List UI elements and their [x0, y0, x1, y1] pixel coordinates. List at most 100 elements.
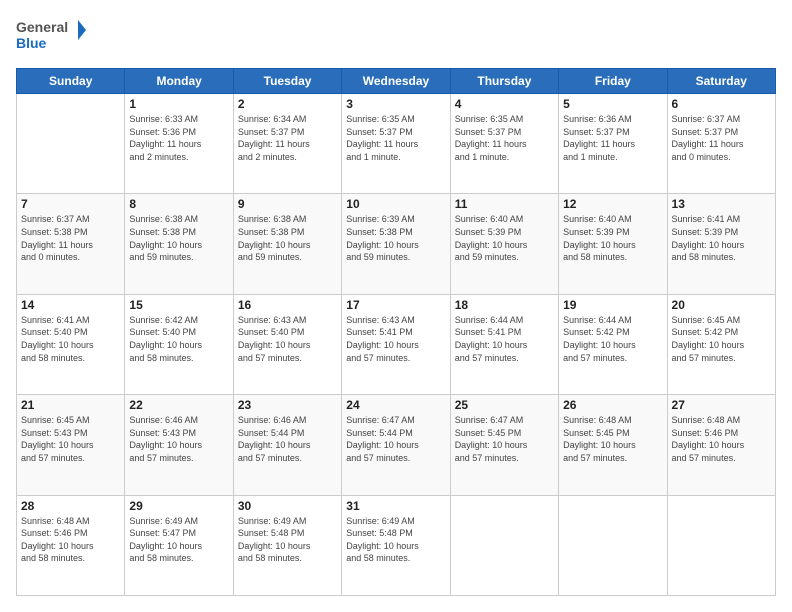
calendar-cell: 5 Sunrise: 6:36 AM Sunset: 5:37 PM Daylig… [559, 94, 667, 194]
cell-text: Sunrise: 6:43 AM Sunset: 5:41 PM Dayligh… [346, 314, 445, 364]
calendar-week-row: 21 Sunrise: 6:45 AM Sunset: 5:43 PM Dayli… [17, 395, 776, 495]
calendar-cell: 27 Sunrise: 6:48 AM Sunset: 5:46 PM Dayli… [667, 395, 775, 495]
day-number: 24 [346, 398, 445, 412]
cell-text: Sunrise: 6:49 AM Sunset: 5:48 PM Dayligh… [238, 515, 337, 565]
calendar-cell: 6 Sunrise: 6:37 AM Sunset: 5:37 PM Daylig… [667, 94, 775, 194]
calendar-cell: 26Sunrise: 6:48 AM Sunset: 5:45 PM Dayli… [559, 395, 667, 495]
calendar-cell: 19 Sunrise: 6:44 AM Sunset: 5:42 PM Dayli… [559, 294, 667, 394]
calendar-cell: 8 Sunrise: 6:38 AM Sunset: 5:38 PM Daylig… [125, 194, 233, 294]
page: General Blue SundayMondayTuesdayWednesda… [0, 0, 792, 612]
day-number: 19 [563, 298, 662, 312]
cell-text: Sunrise: 6:36 AM Sunset: 5:37 PM Dayligh… [563, 113, 662, 163]
calendar-cell: 2 Sunrise: 6:34 AM Sunset: 5:37 PM Daylig… [233, 94, 341, 194]
weekday-header-cell: Wednesday [342, 69, 450, 94]
cell-text: Sunrise: 6:46 AM Sunset: 5:44 PM Dayligh… [238, 414, 337, 464]
day-number: 14 [21, 298, 120, 312]
cell-text: Sunrise: 6:40 AM Sunset: 5:39 PM Dayligh… [563, 213, 662, 263]
day-number: 31 [346, 499, 445, 513]
cell-text: Sunrise: 6:45 AM Sunset: 5:42 PM Dayligh… [672, 314, 771, 364]
calendar-cell: 3 Sunrise: 6:35 AM Sunset: 5:37 PM Daylig… [342, 94, 450, 194]
cell-text: Sunrise: 6:40 AM Sunset: 5:39 PM Dayligh… [455, 213, 554, 263]
calendar-cell: 12 Sunrise: 6:40 AM Sunset: 5:39 PM Dayli… [559, 194, 667, 294]
calendar-cell: 9 Sunrise: 6:38 AM Sunset: 5:38 PM Daylig… [233, 194, 341, 294]
cell-text: Sunrise: 6:35 AM Sunset: 5:37 PM Dayligh… [455, 113, 554, 163]
cell-text: Sunrise: 6:38 AM Sunset: 5:38 PM Dayligh… [238, 213, 337, 263]
calendar-cell: 4 Sunrise: 6:35 AM Sunset: 5:37 PM Daylig… [450, 94, 558, 194]
calendar-cell: 13 Sunrise: 6:41 AM Sunset: 5:39 PM Dayli… [667, 194, 775, 294]
day-number: 5 [563, 97, 662, 111]
calendar-cell: 23 Sunrise: 6:46 AM Sunset: 5:44 PM Dayli… [233, 395, 341, 495]
calendar-week-row: 28Sunrise: 6:48 AM Sunset: 5:46 PM Dayli… [17, 495, 776, 595]
day-number: 7 [21, 197, 120, 211]
day-number: 4 [455, 97, 554, 111]
calendar-table: SundayMondayTuesdayWednesdayThursdayFrid… [16, 68, 776, 596]
day-number: 17 [346, 298, 445, 312]
calendar-week-row: 7 Sunrise: 6:37 AM Sunset: 5:38 PM Daylig… [17, 194, 776, 294]
calendar-cell: 31Sunrise: 6:49 AM Sunset: 5:48 PM Dayli… [342, 495, 450, 595]
calendar-cell: 20 Sunrise: 6:45 AM Sunset: 5:42 PM Dayli… [667, 294, 775, 394]
cell-text: Sunrise: 6:41 AM Sunset: 5:40 PM Dayligh… [21, 314, 120, 364]
cell-text: Sunrise: 6:41 AM Sunset: 5:39 PM Dayligh… [672, 213, 771, 263]
day-number: 13 [672, 197, 771, 211]
cell-text: Sunrise: 6:48 AM Sunset: 5:46 PM Dayligh… [672, 414, 771, 464]
cell-text: Sunrise: 6:39 AM Sunset: 5:38 PM Dayligh… [346, 213, 445, 263]
calendar-cell: 29 Sunrise: 6:49 AM Sunset: 5:47 PM Dayli… [125, 495, 233, 595]
calendar-cell: 16 Sunrise: 6:43 AM Sunset: 5:40 PM Dayli… [233, 294, 341, 394]
cell-text: Sunrise: 6:45 AM Sunset: 5:43 PM Dayligh… [21, 414, 120, 464]
day-number: 20 [672, 298, 771, 312]
cell-text: Sunrise: 6:46 AM Sunset: 5:43 PM Dayligh… [129, 414, 228, 464]
day-number: 8 [129, 197, 228, 211]
calendar-cell [667, 495, 775, 595]
cell-text: Sunrise: 6:44 AM Sunset: 5:41 PM Dayligh… [455, 314, 554, 364]
weekday-header-cell: Sunday [17, 69, 125, 94]
day-number: 15 [129, 298, 228, 312]
day-number: 23 [238, 398, 337, 412]
day-number: 25 [455, 398, 554, 412]
day-number: 27 [672, 398, 771, 412]
logo: General Blue [16, 16, 86, 58]
calendar-cell: 11 Sunrise: 6:40 AM Sunset: 5:39 PM Dayli… [450, 194, 558, 294]
cell-text: Sunrise: 6:48 AM Sunset: 5:46 PM Dayligh… [21, 515, 120, 565]
calendar-cell: 30Sunrise: 6:49 AM Sunset: 5:48 PM Dayli… [233, 495, 341, 595]
day-number: 6 [672, 97, 771, 111]
day-number: 29 [129, 499, 228, 513]
calendar-cell: 17 Sunrise: 6:43 AM Sunset: 5:41 PM Dayli… [342, 294, 450, 394]
cell-text: Sunrise: 6:37 AM Sunset: 5:37 PM Dayligh… [672, 113, 771, 163]
calendar-cell: 21 Sunrise: 6:45 AM Sunset: 5:43 PM Dayli… [17, 395, 125, 495]
day-number: 3 [346, 97, 445, 111]
calendar-cell: 24Sunrise: 6:47 AM Sunset: 5:44 PM Dayli… [342, 395, 450, 495]
calendar-week-row: 1Sunrise: 6:33 AM Sunset: 5:36 PM Daylig… [17, 94, 776, 194]
header: General Blue [16, 16, 776, 58]
day-number: 16 [238, 298, 337, 312]
calendar-cell: 22Sunrise: 6:46 AM Sunset: 5:43 PM Dayli… [125, 395, 233, 495]
cell-text: Sunrise: 6:38 AM Sunset: 5:38 PM Dayligh… [129, 213, 228, 263]
cell-text: Sunrise: 6:35 AM Sunset: 5:37 PM Dayligh… [346, 113, 445, 163]
day-number: 26 [563, 398, 662, 412]
calendar-cell: 15Sunrise: 6:42 AM Sunset: 5:40 PM Dayli… [125, 294, 233, 394]
calendar-cell: 7 Sunrise: 6:37 AM Sunset: 5:38 PM Daylig… [17, 194, 125, 294]
calendar-body: 1Sunrise: 6:33 AM Sunset: 5:36 PM Daylig… [17, 94, 776, 596]
cell-text: Sunrise: 6:43 AM Sunset: 5:40 PM Dayligh… [238, 314, 337, 364]
day-number: 18 [455, 298, 554, 312]
cell-text: Sunrise: 6:33 AM Sunset: 5:36 PM Dayligh… [129, 113, 228, 163]
cell-text: Sunrise: 6:34 AM Sunset: 5:37 PM Dayligh… [238, 113, 337, 163]
svg-text:General: General [16, 19, 68, 35]
calendar-cell: 25Sunrise: 6:47 AM Sunset: 5:45 PM Dayli… [450, 395, 558, 495]
day-number: 12 [563, 197, 662, 211]
day-number: 2 [238, 97, 337, 111]
weekday-header-row: SundayMondayTuesdayWednesdayThursdayFrid… [17, 69, 776, 94]
weekday-header-cell: Thursday [450, 69, 558, 94]
calendar-cell: 28Sunrise: 6:48 AM Sunset: 5:46 PM Dayli… [17, 495, 125, 595]
calendar-cell [559, 495, 667, 595]
weekday-header-cell: Saturday [667, 69, 775, 94]
calendar-cell [450, 495, 558, 595]
cell-text: Sunrise: 6:49 AM Sunset: 5:47 PM Dayligh… [129, 515, 228, 565]
weekday-header-cell: Monday [125, 69, 233, 94]
day-number: 11 [455, 197, 554, 211]
cell-text: Sunrise: 6:37 AM Sunset: 5:38 PM Dayligh… [21, 213, 120, 263]
day-number: 9 [238, 197, 337, 211]
svg-text:Blue: Blue [16, 35, 47, 51]
cell-text: Sunrise: 6:44 AM Sunset: 5:42 PM Dayligh… [563, 314, 662, 364]
calendar-week-row: 14 Sunrise: 6:41 AM Sunset: 5:40 PM Dayli… [17, 294, 776, 394]
day-number: 21 [21, 398, 120, 412]
